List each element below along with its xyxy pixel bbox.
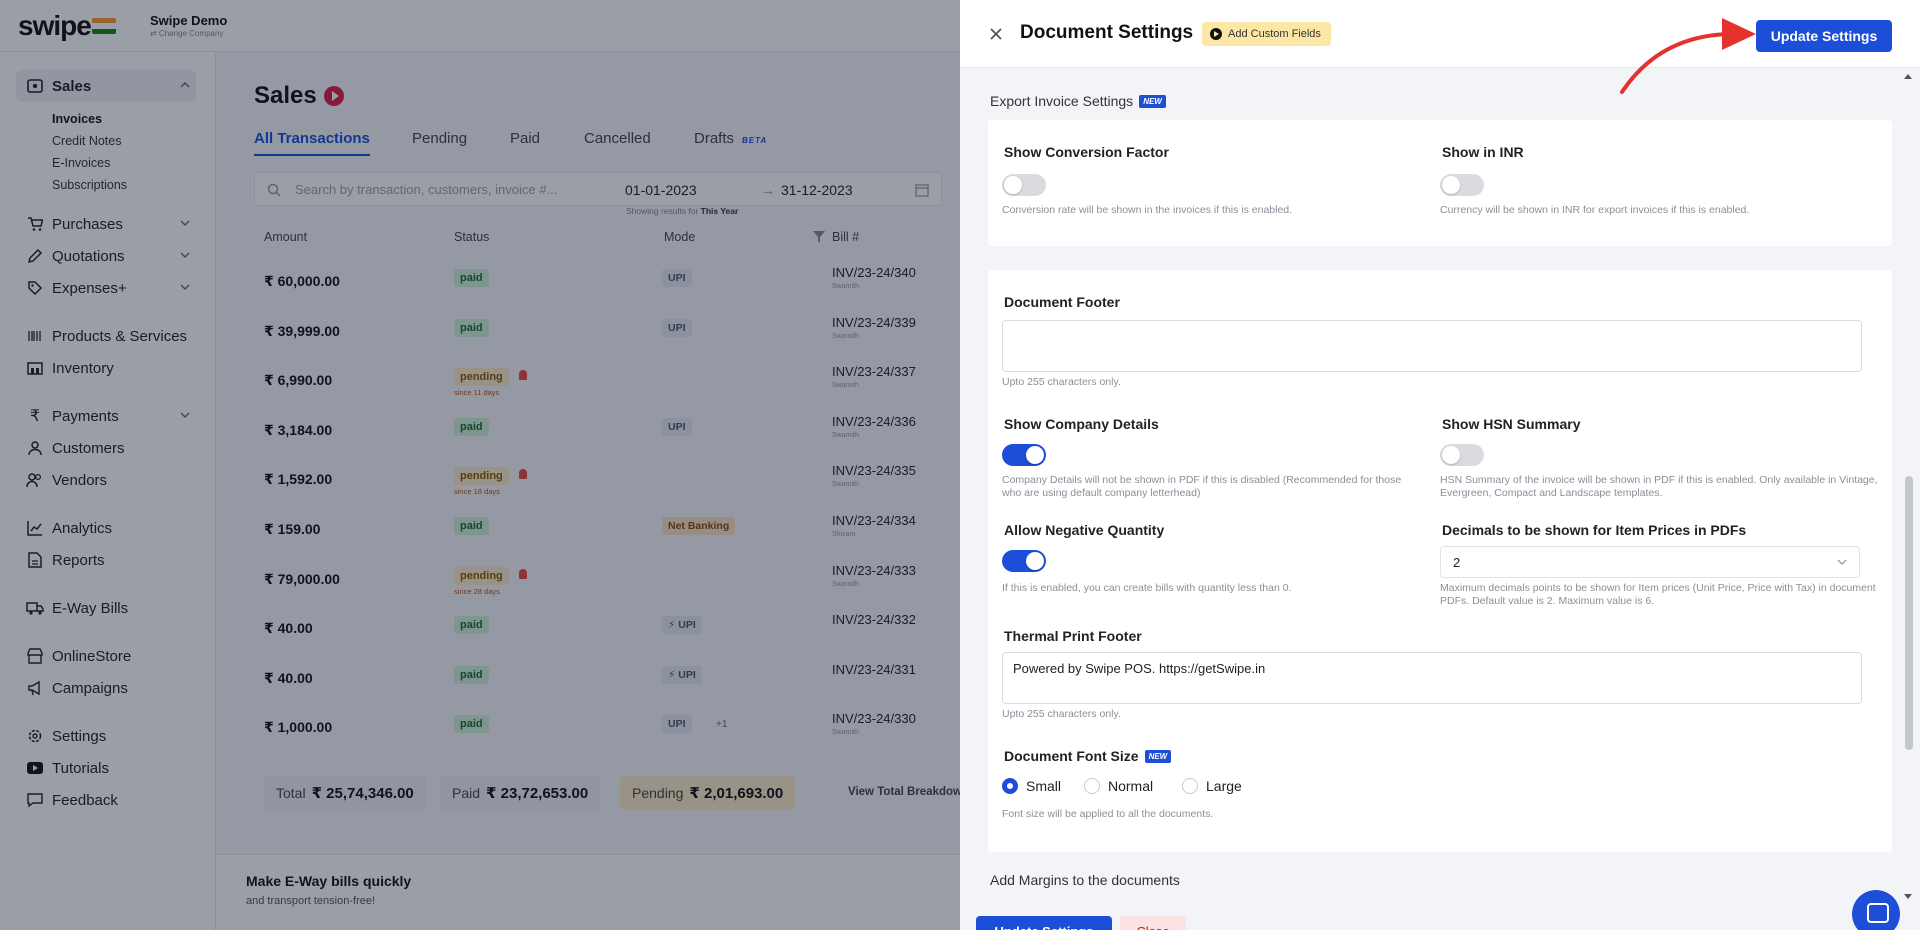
hsn-summary-help: HSN Summary of the invoice will be shown… — [1440, 474, 1878, 499]
document-settings-card: Document Footer Upto 255 characters only… — [988, 270, 1892, 852]
font-size-label: Document Font Size NEW — [1004, 748, 1172, 764]
play-circle-icon — [1210, 28, 1222, 40]
toggle-knob — [1442, 176, 1460, 194]
negative-qty-toggle[interactable] — [1002, 550, 1046, 572]
hsn-summary-toggle[interactable] — [1440, 444, 1484, 466]
show-inr-label: Show in INR — [1442, 144, 1524, 160]
toggle-knob — [1026, 552, 1044, 570]
scroll-down-icon[interactable] — [1904, 894, 1912, 899]
button-label: Add Custom Fields — [1228, 28, 1321, 40]
toggle-knob — [1026, 446, 1044, 464]
chat-support-icon[interactable] — [1852, 890, 1900, 930]
add-custom-fields-button[interactable]: Add Custom Fields — [1202, 22, 1331, 46]
drawer-scrollbar[interactable] — [1902, 68, 1914, 908]
update-settings-button[interactable]: Update Settings — [1756, 20, 1892, 52]
radio-label: Large — [1206, 778, 1242, 794]
close-icon[interactable] — [986, 24, 1006, 44]
thermal-footer-help: Upto 255 characters only. — [1002, 708, 1121, 720]
margins-section-title: Add Margins to the documents — [990, 872, 1180, 888]
scroll-thumb[interactable] — [1905, 476, 1913, 750]
document-footer-input[interactable] — [1002, 320, 1862, 372]
document-footer-label: Document Footer — [1004, 294, 1120, 310]
document-footer-help: Upto 255 characters only. — [1002, 376, 1121, 388]
new-badge: NEW — [1139, 95, 1166, 108]
radio-label: Small — [1026, 778, 1062, 794]
export-settings-card: Show Conversion Factor Conversion rate w… — [988, 120, 1892, 246]
field-label: Document Font Size — [1004, 748, 1139, 764]
update-settings-bottom-button[interactable]: Update Settings — [976, 916, 1112, 930]
decimals-value: 2 — [1453, 555, 1461, 570]
drawer-title: Document Settings — [1020, 22, 1194, 43]
drawer-footer: Update Settings Close — [960, 908, 1920, 930]
font-size-help: Font size will be applied to all the doc… — [1002, 808, 1214, 820]
toggle-knob — [1442, 446, 1460, 464]
toggle-knob — [1004, 176, 1022, 194]
company-details-label: Show Company Details — [1004, 416, 1159, 432]
font-size-large-radio[interactable]: Large — [1182, 778, 1242, 794]
decimals-select[interactable]: 2 — [1440, 546, 1860, 578]
thermal-footer-label: Thermal Print Footer — [1004, 628, 1142, 644]
export-section-title: Export Invoice Settings NEW — [990, 93, 1166, 109]
drawer-header: Document Settings Add Custom Fields Upda… — [960, 0, 1920, 68]
show-inr-help: Currency will be shown in INR for export… — [1440, 204, 1750, 216]
font-size-normal-radio[interactable]: Normal — [1084, 778, 1153, 794]
annotation-arrow-icon — [1620, 18, 1756, 94]
show-conversion-toggle[interactable] — [1002, 174, 1046, 196]
radio-circle — [1182, 778, 1198, 794]
radio-label: Normal — [1108, 778, 1154, 794]
company-details-help: Company Details will not be shown in PDF… — [1002, 474, 1402, 499]
thermal-footer-input[interactable] — [1002, 652, 1862, 704]
scroll-up-icon[interactable] — [1904, 74, 1912, 79]
font-size-small-radio[interactable]: Small — [1002, 778, 1061, 794]
negative-qty-label: Allow Negative Quantity — [1004, 522, 1165, 538]
close-button[interactable]: Close — [1120, 916, 1186, 930]
radio-circle — [1084, 778, 1100, 794]
show-inr-toggle[interactable] — [1440, 174, 1484, 196]
decimals-help: Maximum decimals points to be shown for … — [1440, 582, 1876, 607]
radio-circle — [1002, 778, 1018, 794]
show-conversion-help: Conversion rate will be shown in the inv… — [1002, 204, 1293, 216]
document-settings-drawer: Document Settings Add Custom Fields Upda… — [960, 0, 1920, 930]
hsn-summary-label: Show HSN Summary — [1442, 416, 1581, 432]
modal-backdrop[interactable] — [0, 0, 960, 930]
company-details-toggle[interactable] — [1002, 444, 1046, 466]
negative-qty-help: If this is enabled, you can create bills… — [1002, 582, 1292, 594]
section-label: Export Invoice Settings — [990, 93, 1134, 109]
show-conversion-label: Show Conversion Factor — [1004, 144, 1169, 160]
chevron-down-icon — [1837, 559, 1847, 565]
decimals-label: Decimals to be shown for Item Prices in … — [1442, 522, 1747, 538]
new-badge: NEW — [1144, 750, 1172, 763]
